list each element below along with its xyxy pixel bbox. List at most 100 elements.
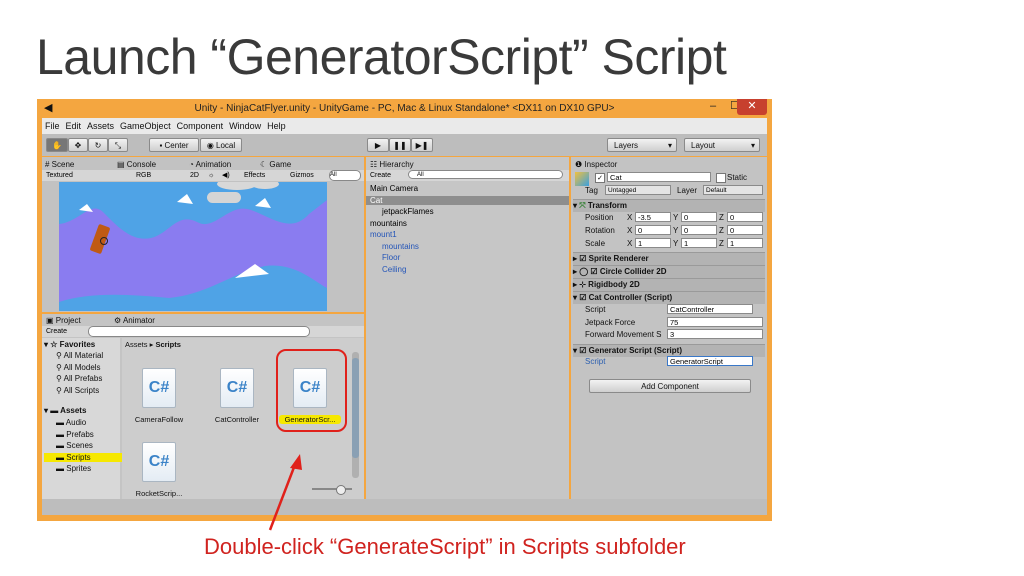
folder-item[interactable]: ▬ Sprites bbox=[44, 464, 122, 473]
asset-scrollbar[interactable] bbox=[352, 352, 359, 478]
scene-search-input[interactable]: All bbox=[329, 170, 361, 181]
position-z-field[interactable]: 0 bbox=[727, 212, 763, 222]
folder-item[interactable]: ▬ Prefabs bbox=[44, 430, 122, 439]
asset-label[interactable]: RocketScrip... bbox=[128, 489, 190, 498]
menu-file[interactable]: File bbox=[42, 118, 63, 131]
tab-animator[interactable]: ⚙ Animator bbox=[114, 316, 155, 325]
rotation-y-field[interactable]: 0 bbox=[681, 225, 717, 235]
hierarchy-item[interactable]: mount1 bbox=[370, 230, 397, 239]
favorites-header[interactable]: ▾ ☆ Favorites bbox=[44, 340, 95, 349]
menu-gameobject[interactable]: GameObject bbox=[117, 118, 174, 131]
asset-label[interactable]: CatController bbox=[206, 415, 268, 424]
cat-controller-header[interactable]: ▾ ☑ Cat Controller (Script) bbox=[573, 291, 765, 304]
gizmos-dropdown[interactable]: Gizmos bbox=[290, 170, 314, 181]
layer-dropdown[interactable]: Default bbox=[703, 185, 763, 195]
tag-dropdown[interactable]: Untagged bbox=[605, 185, 671, 195]
tab-animator-label: Animator bbox=[122, 316, 155, 325]
layout-dropdown[interactable]: Layout ▾ bbox=[684, 138, 760, 152]
rotate-tool-icon[interactable]: ↻ bbox=[88, 138, 108, 152]
jetpack-force-field[interactable]: 75 bbox=[667, 317, 763, 327]
transform-header[interactable]: ▾ ⤧ Transform bbox=[573, 199, 765, 212]
scale-y-field[interactable]: 1 bbox=[681, 238, 717, 248]
close-button[interactable]: ✕ bbox=[737, 99, 767, 115]
position-y-field[interactable]: 0 bbox=[681, 212, 717, 222]
tab-hierarchy[interactable]: ☷ Hierarchy bbox=[370, 160, 414, 169]
center-pivot-button[interactable]: ▪ Center bbox=[149, 138, 199, 152]
folder-item-label: Sprites bbox=[66, 464, 92, 473]
layers-dropdown[interactable]: Layers ▾ bbox=[607, 138, 677, 152]
tab-inspector[interactable]: ❶ Inspector bbox=[575, 160, 617, 169]
rotation-x-field[interactable]: 0 bbox=[635, 225, 671, 235]
folder-item[interactable]: ▬ Audio bbox=[44, 418, 122, 427]
circle-collider-header[interactable]: ▸ ◯ ☑ Circle Collider 2D bbox=[573, 265, 765, 278]
move-tool-icon[interactable]: ✥ bbox=[68, 138, 88, 152]
tab-scene[interactable]: # Scene bbox=[45, 160, 74, 169]
menu-bar: File Edit Assets GameObject Component Window H… bbox=[42, 118, 767, 134]
csharp-script-icon[interactable]: C# bbox=[220, 368, 254, 408]
hierarchy-item[interactable]: Floor bbox=[382, 253, 400, 262]
menu-assets[interactable]: Assets bbox=[84, 118, 117, 131]
object-name-field[interactable]: Cat bbox=[607, 172, 711, 182]
menu-window[interactable]: Window bbox=[226, 118, 264, 131]
rigidbody-header[interactable]: ▸ ⊹ Rigidbody 2D bbox=[573, 278, 765, 291]
hierarchy-search-input[interactable]: All bbox=[408, 170, 563, 179]
minimize-button[interactable]: – bbox=[702, 99, 724, 115]
tab-project[interactable]: ▣ Project bbox=[46, 316, 81, 325]
local-space-button[interactable]: ◉ Local bbox=[200, 138, 242, 152]
menu-help[interactable]: Help bbox=[264, 118, 289, 131]
audio-icon[interactable]: ◀) bbox=[222, 170, 230, 181]
forward-movement-field[interactable]: 3 bbox=[667, 329, 763, 339]
rgb-dropdown[interactable]: RGB bbox=[136, 170, 151, 181]
hierarchy-item[interactable]: Ceiling bbox=[382, 265, 406, 274]
play-button[interactable]: ▶ bbox=[367, 138, 389, 152]
favorite-item[interactable]: ⚲ All Material bbox=[56, 351, 103, 360]
pause-button[interactable]: ❚❚ bbox=[389, 138, 411, 152]
breadcrumb-assets[interactable]: Assets bbox=[125, 340, 148, 349]
mode-2d-toggle[interactable]: 2D bbox=[190, 170, 199, 181]
hierarchy-create-dropdown[interactable]: Create bbox=[370, 170, 391, 181]
static-checkbox[interactable] bbox=[716, 173, 726, 183]
asset-label[interactable]: CameraFollow bbox=[128, 415, 190, 424]
tab-animation[interactable]: ◔ Animation bbox=[189, 160, 231, 169]
hand-tool-icon[interactable]: ✋ bbox=[46, 138, 68, 152]
scale-z-field[interactable]: 1 bbox=[727, 238, 763, 248]
menu-component[interactable]: Component bbox=[174, 118, 227, 131]
favorite-item[interactable]: ⚲ All Models bbox=[56, 363, 101, 372]
tab-project-label: Project bbox=[55, 316, 81, 325]
hierarchy-item[interactable]: Main Camera bbox=[370, 184, 418, 193]
tab-console[interactable]: ▤ Console bbox=[117, 160, 156, 169]
breadcrumb-scripts[interactable]: Scripts bbox=[155, 340, 180, 349]
add-component-button[interactable]: Add Component bbox=[589, 379, 751, 393]
active-checkbox[interactable]: ✓ bbox=[595, 173, 605, 183]
project-create-dropdown[interactable]: Create bbox=[46, 326, 67, 337]
generator-script-field[interactable]: GeneratorScript bbox=[667, 356, 753, 366]
asset-scrollbar-thumb[interactable] bbox=[352, 358, 359, 458]
csharp-script-icon[interactable]: C# bbox=[142, 442, 176, 482]
hierarchy-item[interactable]: Cat bbox=[366, 195, 569, 205]
rotation-z-field[interactable]: 0 bbox=[727, 225, 763, 235]
scale-tool-icon[interactable]: ⤡ bbox=[108, 138, 128, 152]
cat-script-field[interactable]: CatController bbox=[667, 304, 753, 314]
csharp-script-icon[interactable]: C# bbox=[142, 368, 176, 408]
scale-x-field[interactable]: 1 bbox=[635, 238, 671, 248]
hierarchy-item[interactable]: jetpackFlames bbox=[382, 207, 434, 216]
hierarchy-item[interactable]: mountains bbox=[382, 242, 419, 251]
tab-game[interactable]: ☾ Game bbox=[260, 160, 291, 169]
axis-label: Z bbox=[719, 213, 724, 222]
favorite-item[interactable]: ⚲ All Prefabs bbox=[56, 374, 102, 383]
hierarchy-item[interactable]: mountains bbox=[370, 219, 407, 228]
menu-edit[interactable]: Edit bbox=[63, 118, 85, 131]
folder-item[interactable]: ▬ Scripts bbox=[44, 452, 122, 462]
assets-header[interactable]: ▾ ▬ Assets bbox=[44, 406, 86, 415]
lighting-icon[interactable]: ☼ bbox=[208, 170, 214, 181]
project-search-input[interactable] bbox=[88, 326, 310, 337]
tab-hierarchy-label: Hierarchy bbox=[379, 160, 414, 169]
icon-size-slider-knob[interactable] bbox=[336, 485, 346, 495]
position-x-field[interactable]: -3.5 bbox=[635, 212, 671, 222]
sprite-renderer-header[interactable]: ▸ ☑ Sprite Renderer bbox=[573, 252, 765, 265]
effects-dropdown[interactable]: Effects bbox=[244, 170, 265, 181]
folder-item[interactable]: ▬ Scenes bbox=[44, 441, 122, 450]
favorite-item[interactable]: ⚲ All Scripts bbox=[56, 386, 99, 395]
shading-dropdown[interactable]: Textured bbox=[46, 170, 73, 181]
step-button[interactable]: ▶❚ bbox=[411, 138, 433, 152]
